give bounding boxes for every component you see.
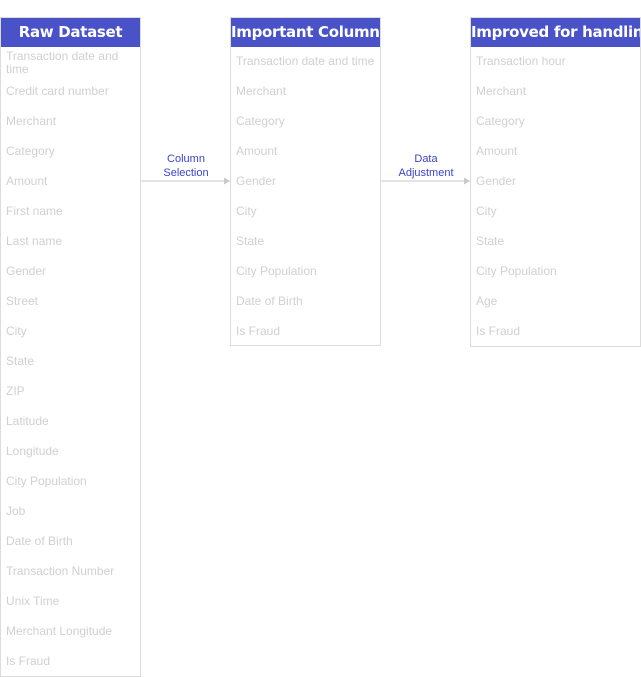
table-row: Last name xyxy=(6,234,63,248)
table-row: Category xyxy=(236,114,285,128)
table-row: City Population xyxy=(6,474,87,488)
important-columns-table: Important Columns Transaction date and t… xyxy=(230,17,381,346)
table-row: First name xyxy=(6,204,63,218)
table-row: State xyxy=(236,234,265,248)
table-row: ZIP xyxy=(6,384,25,398)
table-row: State xyxy=(6,354,35,368)
table-row: Transaction date and time xyxy=(6,49,119,76)
edge-label-data-adjustment: Data Adjustment xyxy=(390,152,462,180)
table-row: City xyxy=(476,204,497,218)
table-row: Transaction date and time xyxy=(236,54,375,68)
table-row: Age xyxy=(476,294,498,308)
table-row: Gender xyxy=(476,174,517,188)
table-row: Gender xyxy=(6,264,47,278)
table-row: Is Fraud xyxy=(236,324,281,338)
table-row: City xyxy=(236,204,257,218)
improved-for-handling-table: Improved for handling Transaction hour Me… xyxy=(470,17,641,347)
table-row: Transaction hour xyxy=(476,54,566,68)
table-row: Is Fraud xyxy=(476,324,521,338)
raw-dataset-table: Raw Dataset Transaction date and time Cre… xyxy=(0,17,141,677)
table-row: City Population xyxy=(476,264,557,278)
table-row: Merchant Longitude xyxy=(6,624,113,638)
table-row: Date of Birth xyxy=(6,534,73,548)
table-row: Transaction Number xyxy=(6,564,115,578)
table-row: Category xyxy=(6,144,55,158)
table-row: Amount xyxy=(6,174,48,188)
table-header: Raw Dataset xyxy=(1,18,140,47)
table-row: Latitude xyxy=(6,414,49,428)
table-row: Amount xyxy=(476,144,518,158)
table-row: Merchant xyxy=(476,84,527,98)
table-header: Important Columns xyxy=(231,18,380,47)
table-row: Category xyxy=(476,114,525,128)
table-row: Date of Birth xyxy=(236,294,303,308)
table-row: Gender xyxy=(236,174,277,188)
table-row: Amount xyxy=(236,144,278,158)
table-row: Job xyxy=(6,504,26,518)
edge-label-column-selection: Column Selection xyxy=(150,152,222,180)
table-row: Street xyxy=(6,294,39,308)
table-header: Improved for handling xyxy=(471,18,640,47)
table-row: City Population xyxy=(236,264,317,278)
table-row: Credit card number xyxy=(6,84,109,98)
table-row: Merchant xyxy=(6,114,57,128)
table-row: City xyxy=(6,324,27,338)
table-row: Merchant xyxy=(236,84,287,98)
table-row: State xyxy=(476,234,505,248)
table-row: Longitude xyxy=(6,444,59,458)
table-row: Is Fraud xyxy=(6,654,51,668)
table-row: Unix Time xyxy=(6,594,60,608)
